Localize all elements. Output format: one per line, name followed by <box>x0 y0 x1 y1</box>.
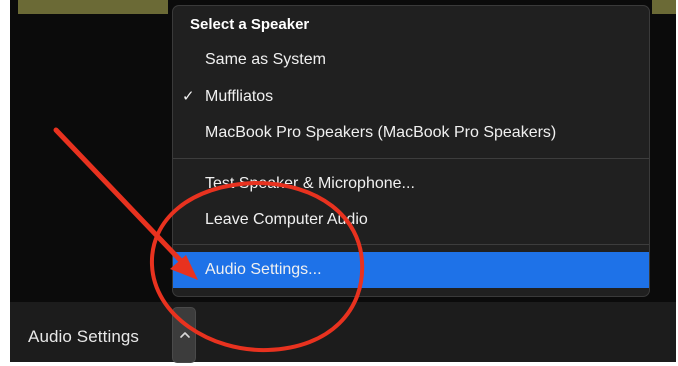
video-thumbnail-strip <box>652 0 676 14</box>
speaker-menu: Select a Speaker Same as System ✓ Muffli… <box>172 5 650 297</box>
screenshot-stage: Audio Settings Select a Speaker Same as … <box>0 0 678 366</box>
menu-item-muffliatos[interactable]: ✓ Muffliatos <box>173 79 649 115</box>
menu-item-label: Same as System <box>205 51 326 68</box>
menu-item-label: Test Speaker & Microphone... <box>205 175 415 192</box>
menu-item-same-as-system[interactable]: Same as System <box>173 42 649 78</box>
menu-item-label: Muffliatos <box>205 88 274 105</box>
menu-item-test-speaker-microphone[interactable]: Test Speaker & Microphone... <box>173 166 649 202</box>
menu-item-label: Leave Computer Audio <box>205 211 368 228</box>
audio-options-caret-button[interactable] <box>172 307 196 363</box>
audio-settings-toolbar-label[interactable]: Audio Settings <box>28 327 139 347</box>
menu-item-macbook-pro-speakers[interactable]: MacBook Pro Speakers (MacBook Pro Speake… <box>173 115 649 151</box>
video-thumbnail-strip <box>18 0 168 14</box>
menu-item-audio-settings[interactable]: Audio Settings... <box>173 252 649 288</box>
checkmark-icon: ✓ <box>182 88 195 105</box>
menu-divider <box>173 244 649 245</box>
meeting-toolbar: Audio Settings <box>10 302 676 363</box>
menu-item-label: Audio Settings... <box>205 261 322 278</box>
menu-item-leave-computer-audio[interactable]: Leave Computer Audio <box>173 202 649 238</box>
menu-item-label: MacBook Pro Speakers (MacBook Pro Speake… <box>205 124 557 141</box>
menu-header-select-speaker: Select a Speaker <box>190 16 310 33</box>
menu-divider <box>173 158 649 159</box>
chevron-up-icon <box>180 332 190 338</box>
